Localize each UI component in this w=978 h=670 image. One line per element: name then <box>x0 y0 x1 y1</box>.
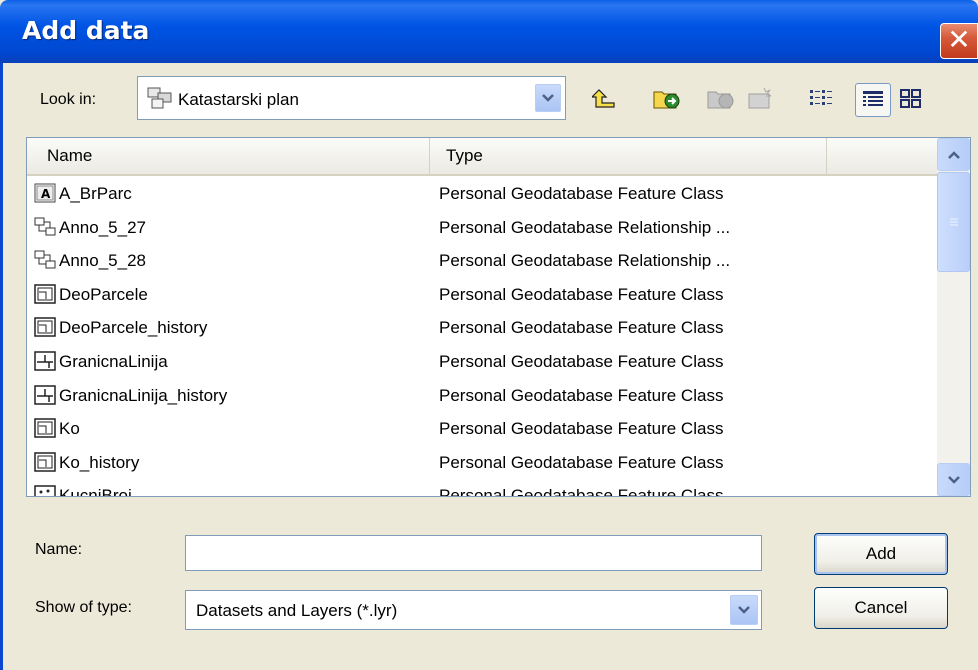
item-name: KucniBroj <box>59 486 132 496</box>
new-item-button[interactable] <box>745 85 775 113</box>
details-view-button[interactable] <box>855 83 891 117</box>
window-title: Add data <box>22 16 150 45</box>
list-item[interactable]: DeoParcele Personal Geodatabase Feature … <box>27 279 937 313</box>
item-type: Personal Geodatabase Feature Class <box>439 385 724 405</box>
close-button[interactable]: ✕ <box>940 23 978 59</box>
thumbnails-view-icon <box>900 89 921 108</box>
name-input[interactable] <box>185 535 762 571</box>
item-type: Personal Geodatabase Feature Class <box>439 318 724 338</box>
list-item[interactable]: Ko_history Personal Geodatabase Feature … <box>27 447 937 481</box>
item-name: Ko_history <box>59 452 140 472</box>
item-type: Personal Geodatabase Relationship ... <box>439 217 731 237</box>
list-view-icon <box>810 90 832 105</box>
thumbnails-view-button[interactable] <box>896 85 926 113</box>
look-in-value: Katastarski plan <box>178 90 299 109</box>
look-in-dropdown-arrow[interactable] <box>535 84 561 112</box>
point-class-icon <box>34 485 56 496</box>
cancel-button[interactable]: Cancel <box>814 587 948 629</box>
annotation-class-icon: A <box>34 183 56 203</box>
item-name: A_BrParc <box>59 184 132 203</box>
chevron-down-icon <box>542 94 554 102</box>
connect-to-folder-button[interactable] <box>652 85 682 113</box>
item-name: GranicnaLinija <box>59 351 168 371</box>
connect-to-folder-icon <box>653 91 680 109</box>
svg-text:A: A <box>41 187 51 201</box>
line-class-icon <box>34 384 56 405</box>
item-name: Anno_5_28 <box>59 251 146 271</box>
list-item[interactable]: A A_BrParc Personal Geodatabase Feature … <box>27 178 937 212</box>
item-name: Anno_5_27 <box>59 217 146 237</box>
item-type: Personal Geodatabase Feature Class <box>439 486 724 496</box>
list-item[interactable]: Anno_5_28 Personal Geodatabase Relations… <box>27 245 937 279</box>
line-class-icon <box>34 351 56 371</box>
polygon-class-icon <box>34 284 56 304</box>
details-view-icon <box>863 91 883 106</box>
relationship-class-icon <box>34 217 56 236</box>
column-header-name-label: Name <box>47 146 93 165</box>
polygon-class-icon <box>34 418 56 438</box>
item-type: Personal Geodatabase Feature Class <box>439 452 724 472</box>
item-type: Personal Geodatabase Feature Class <box>439 184 724 203</box>
polygon-class-icon <box>34 317 56 338</box>
grip-icon <box>949 218 958 226</box>
item-name: GranicnaLinija_history <box>59 385 228 405</box>
look-in-label: Look in: <box>40 91 97 108</box>
list-item[interactable]: Ko Personal Geodatabase Feature Class <box>27 413 937 447</box>
show-of-type-dropdown-arrow[interactable] <box>730 595 758 625</box>
scroll-up-button[interactable] <box>937 138 970 171</box>
chevron-down-icon <box>947 475 960 484</box>
polygon-class-icon <box>34 452 56 472</box>
geodatabase-icon <box>147 86 173 110</box>
add-button[interactable]: Add <box>814 533 948 575</box>
list-item[interactable]: DeoParcele_history Personal Geodatabase … <box>27 312 937 346</box>
show-of-type-label: Show of type: <box>35 599 132 616</box>
column-header-type-label: Type <box>446 146 483 165</box>
list-item[interactable]: KucniBroj Personal Geodatabase Feature C… <box>27 480 937 496</box>
item-name: DeoParcele_history <box>59 318 208 338</box>
list-item[interactable]: GranicnaLinija Personal Geodatabase Feat… <box>27 346 937 380</box>
relationship-class-icon <box>34 250 56 269</box>
scroll-down-button[interactable] <box>937 463 970 496</box>
column-header-name[interactable]: Name <box>27 138 430 176</box>
item-name: Ko <box>59 419 80 439</box>
up-one-level-icon <box>592 89 615 108</box>
file-list-rows: A A_BrParc Personal Geodatabase Feature … <box>27 178 937 496</box>
item-name: DeoParcele <box>59 284 148 304</box>
new-item-icon <box>748 87 772 109</box>
disconnect-folder-icon <box>707 91 734 109</box>
vertical-scrollbar[interactable] <box>937 138 970 496</box>
chevron-down-icon <box>738 606 750 614</box>
show-of-type-value: Datasets and Layers (*.lyr) <box>196 601 398 620</box>
close-icon: ✕ <box>947 23 971 56</box>
list-item[interactable]: Anno_5_27 Personal Geodatabase Relations… <box>27 212 937 246</box>
item-type: Personal Geodatabase Feature Class <box>439 351 724 371</box>
item-type: Personal Geodatabase Feature Class <box>439 284 724 304</box>
item-type: Personal Geodatabase Feature Class <box>439 419 724 439</box>
up-one-level-button[interactable] <box>590 85 620 113</box>
list-view-button[interactable] <box>806 85 836 113</box>
chevron-up-icon <box>947 150 960 159</box>
disconnect-folder-button[interactable] <box>706 85 736 113</box>
column-header-type[interactable]: Type <box>430 138 827 176</box>
name-label: Name: <box>35 541 83 558</box>
list-item[interactable]: GranicnaLinija_history Personal Geodatab… <box>27 380 937 414</box>
column-header-filler <box>827 138 937 176</box>
item-type: Personal Geodatabase Relationship ... <box>439 251 731 271</box>
scroll-thumb[interactable] <box>937 172 970 272</box>
